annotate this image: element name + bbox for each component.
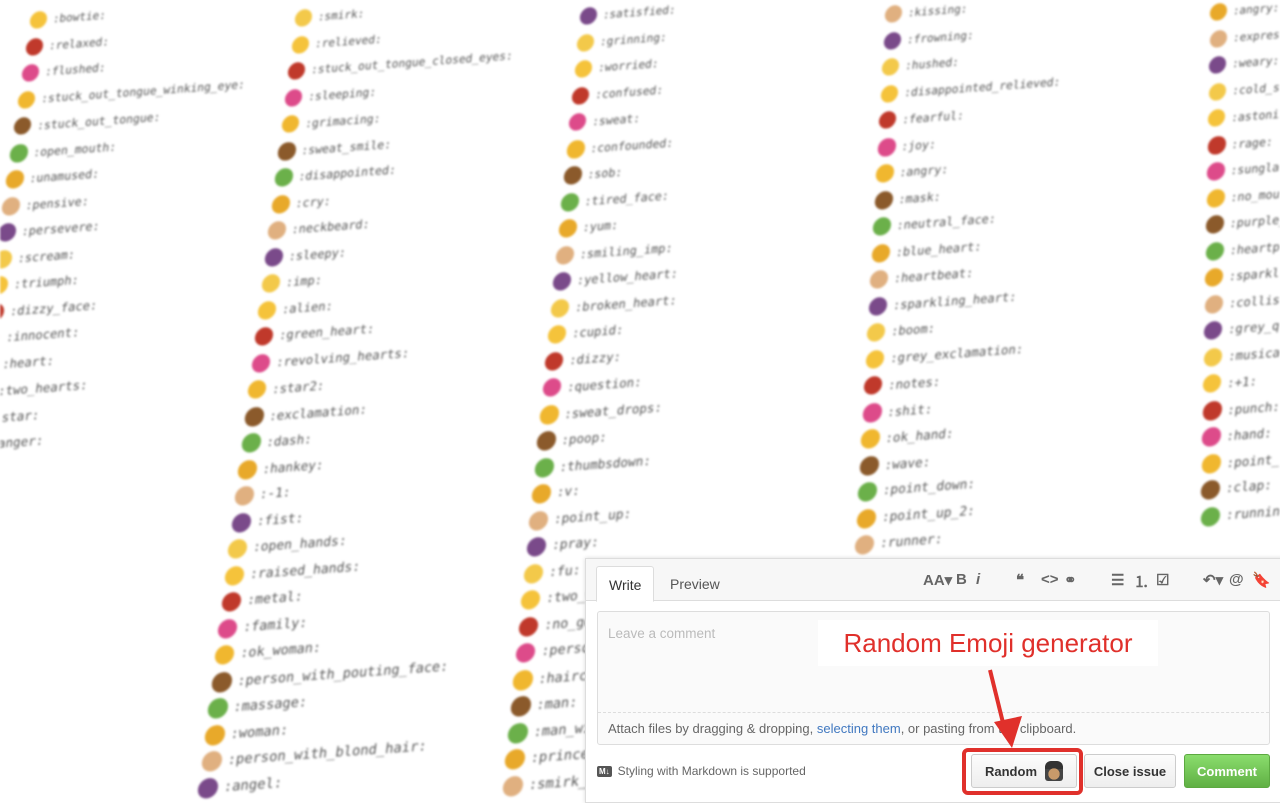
annotation-arrow bbox=[988, 669, 1022, 748]
annotation-highlight-box bbox=[962, 748, 1083, 795]
